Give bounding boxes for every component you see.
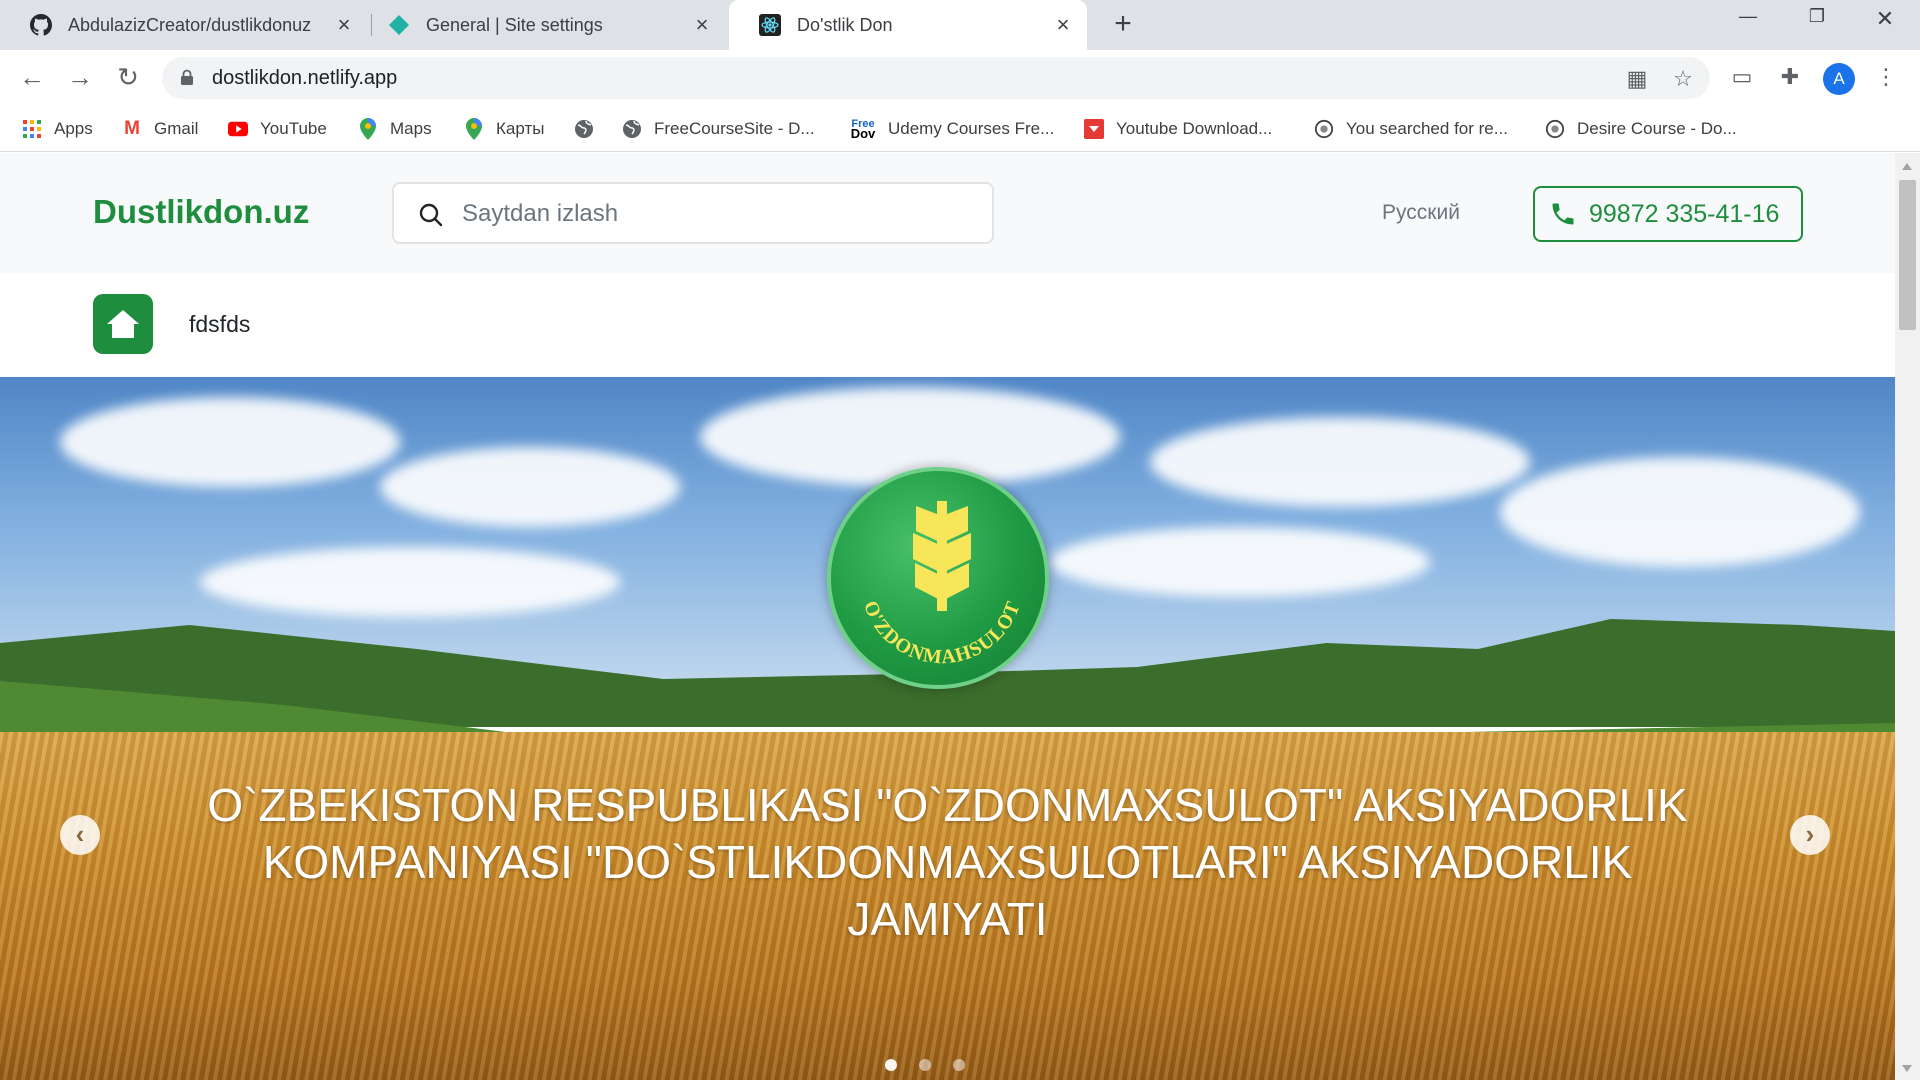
carousel-indicator[interactable] — [953, 1059, 965, 1071]
tab-netlify[interactable]: General | Site settings × — [358, 0, 726, 50]
globe-icon — [622, 119, 642, 139]
bookmark-label: FreeCourseSite - D... — [654, 119, 815, 138]
cloud — [1500, 457, 1860, 567]
browser-window: AbdulazizCreator/dustlikdonuz × General … — [0, 0, 1920, 1080]
tab-github[interactable]: AbdulazizCreator/dustlikdonuz × — [0, 0, 368, 50]
site-search[interactable] — [392, 182, 994, 244]
site-logo-icon — [1545, 119, 1565, 139]
bookmark-youtube-download[interactable]: Youtube Download... — [1084, 114, 1272, 144]
download-icon — [1084, 119, 1104, 139]
restore-icon[interactable]: ❐ — [1797, 6, 1837, 36]
scroll-down-arrow-icon[interactable] — [1902, 1065, 1912, 1072]
scroll-up-arrow-icon[interactable] — [1902, 163, 1912, 170]
apps-grid-icon — [22, 119, 42, 139]
new-tab-button[interactable]: + — [1108, 9, 1138, 40]
maps-pin-icon — [358, 118, 378, 140]
lock-icon — [180, 69, 194, 86]
close-tab-icon[interactable]: × — [1051, 13, 1075, 37]
carousel-indicators — [885, 1059, 965, 1071]
bookmark-freecoursesite[interactable]: FreeCourseSite - D... — [622, 114, 815, 144]
bookmark-karty[interactable]: Карты — [464, 114, 544, 144]
bookmark-label: Gmail — [154, 119, 199, 138]
site-header: Dustlikdon.uz Русский 99872 335-41-16 — [0, 153, 1895, 273]
carousel-indicator[interactable] — [885, 1059, 897, 1071]
home-icon — [107, 310, 139, 338]
bookmark-desire-course[interactable]: Desire Course - Do... — [1545, 114, 1737, 144]
wheat-emblem-icon: O'ZDONMAHSULOT — [859, 501, 1024, 669]
cloud — [1150, 417, 1530, 507]
cloud — [1050, 527, 1430, 597]
maps-pin-icon — [464, 118, 484, 140]
scroll-thumb[interactable] — [1899, 180, 1916, 330]
bookmark-you-searched[interactable]: You searched for re... — [1314, 114, 1508, 144]
site-logo[interactable]: Dustlikdon.uz — [93, 193, 309, 231]
carousel-indicator[interactable] — [919, 1059, 931, 1071]
cloud — [380, 447, 680, 527]
bookmark-label: Карты — [496, 119, 545, 138]
subnav: fdsfds — [0, 273, 1895, 377]
bookmark-gmail[interactable]: M Gmail — [122, 114, 198, 144]
bookmark-star-icon[interactable]: ☆ — [1670, 67, 1696, 93]
gmail-icon: M — [124, 118, 140, 139]
carousel-next-button[interactable]: › — [1790, 815, 1830, 855]
extensions-icon[interactable]: ✚ — [1774, 62, 1806, 94]
forward-icon[interactable]: → — [64, 62, 96, 94]
netlify-icon — [388, 14, 410, 36]
hero-carousel: O'ZDONMAHSULOT O`ZBEKISTON RESPUBLIKASI … — [0, 377, 1895, 1080]
close-window-icon[interactable]: ✕ — [1865, 6, 1905, 36]
bookmark-apps[interactable]: Apps — [22, 114, 93, 144]
subnav-link[interactable]: fdsfds — [189, 311, 250, 338]
phone-button[interactable]: 99872 335-41-16 — [1533, 186, 1803, 242]
bookmark-youtube[interactable]: YouTube — [228, 114, 327, 144]
bookmark-udemy[interactable]: Free Dov Udemy Courses Fre... — [850, 114, 1055, 144]
language-switch[interactable]: Русский — [1382, 201, 1460, 225]
close-tab-icon[interactable]: × — [332, 13, 356, 37]
home-button[interactable] — [93, 294, 153, 354]
hero-caption: O`ZBEKISTON RESPUBLIKASI "O`ZDONMAXSULOT… — [207, 779, 1688, 945]
browser-toolbar: ← → ↻ dostlikdon.netlify.app ▦ ☆ ▭ ✚ A ⋮ — [0, 50, 1920, 106]
freedownload-icon: Free Dov — [850, 118, 876, 141]
tab-strip: AbdulazizCreator/dustlikdonuz × General … — [0, 0, 1920, 50]
bookmark-label: Desire Course - Do... — [1577, 119, 1737, 138]
address-bar[interactable]: dostlikdon.netlify.app ▦ ☆ — [162, 57, 1710, 99]
bookmark-globe[interactable] — [574, 114, 606, 144]
back-icon[interactable]: ← — [16, 62, 48, 94]
bookmark-label: Maps — [390, 119, 432, 138]
carousel-prev-button[interactable]: ‹ — [60, 815, 100, 855]
page-viewport: Dustlikdon.uz Русский 99872 335-41-16 fd… — [0, 153, 1895, 1080]
cloud — [200, 547, 620, 617]
site-logo-icon — [1314, 119, 1334, 139]
qr-code-icon[interactable]: ▦ — [1624, 67, 1650, 93]
bookmarks-bar: Apps M Gmail YouTube Maps Карты FreeCour… — [0, 106, 1920, 152]
bookmark-label: You searched for re... — [1346, 119, 1508, 138]
bookmark-label: Youtube Download... — [1116, 119, 1273, 138]
minimize-icon[interactable]: — — [1728, 6, 1768, 36]
bookmark-label: Apps — [54, 119, 93, 138]
react-icon — [759, 14, 781, 36]
bookmark-maps[interactable]: Maps — [358, 114, 432, 144]
menu-kebab-icon[interactable]: ⋮ — [1870, 62, 1902, 94]
bookmark-label: Udemy Courses Fre... — [888, 119, 1055, 138]
reload-icon[interactable]: ↻ — [112, 62, 144, 94]
bookmark-label: YouTube — [260, 119, 327, 138]
ozdonmahsulot-emblem: O'ZDONMAHSULOT — [827, 467, 1049, 689]
tab-label: AbdulazizCreator/dustlikdonuz — [68, 14, 312, 35]
globe-icon — [574, 119, 594, 139]
profile-avatar[interactable]: A — [1823, 63, 1855, 95]
youtube-icon — [228, 119, 248, 139]
tab-label: Do'stlik Don — [797, 14, 893, 35]
search-icon — [418, 202, 444, 228]
close-tab-icon[interactable]: × — [690, 13, 714, 37]
url-text: dostlikdon.netlify.app — [212, 67, 398, 89]
page-scrollbar[interactable] — [1895, 153, 1920, 1080]
phone-icon — [1549, 200, 1577, 228]
search-input[interactable] — [462, 200, 962, 228]
tab-dostlik-don[interactable]: Do'stlik Don × — [729, 0, 1087, 50]
phone-number: 99872 335-41-16 — [1589, 199, 1780, 228]
cloud — [60, 397, 400, 487]
github-icon — [30, 14, 52, 36]
cast-icon[interactable]: ▭ — [1726, 62, 1758, 94]
tab-label: General | Site settings — [426, 14, 603, 35]
